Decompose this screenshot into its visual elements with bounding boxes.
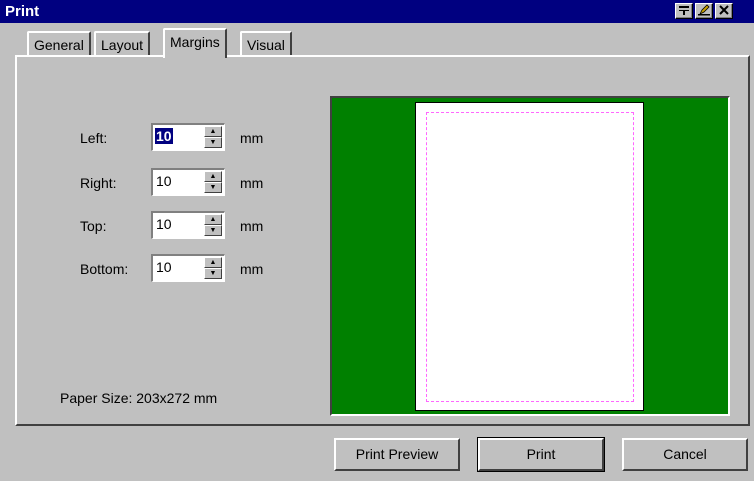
paper-size-label: Paper Size: 203x272 mm	[60, 390, 218, 406]
right-margin-input[interactable]: 10	[155, 173, 173, 189]
print-button[interactable]: Print	[477, 437, 605, 472]
tab-visual-label: Visual	[247, 37, 285, 53]
page-preview	[330, 96, 730, 416]
close-icon[interactable]	[715, 3, 733, 19]
tab-general[interactable]: General	[27, 31, 91, 57]
top-margin-input[interactable]: 10	[155, 216, 173, 232]
tab-margins[interactable]: Margins	[163, 28, 227, 58]
cancel-label: Cancel	[663, 446, 707, 462]
spin-down-icon[interactable]: ▼	[204, 182, 222, 193]
print-preview-button[interactable]: Print Preview	[334, 438, 460, 471]
spin-up-icon[interactable]: ▲	[204, 257, 222, 268]
bottom-margin-input[interactable]: 10	[155, 259, 173, 275]
margin-guides	[426, 112, 634, 402]
paper-preview	[415, 102, 644, 411]
left-unit: mm	[240, 130, 264, 146]
top-margin-spinner[interactable]: 10 ▲ ▼	[151, 211, 225, 239]
pin-icon[interactable]	[675, 3, 693, 19]
print-label: Print	[526, 446, 556, 462]
tab-layout[interactable]: Layout	[94, 31, 151, 57]
window-title: Print	[5, 3, 40, 20]
tab-layout-label: Layout	[101, 37, 144, 53]
right-margin-spinner[interactable]: 10 ▲ ▼	[151, 168, 225, 196]
left-label: Left:	[80, 130, 108, 146]
spin-down-icon[interactable]: ▼	[204, 225, 222, 236]
left-margin-spinner[interactable]: 10 ▲ ▼	[151, 123, 225, 151]
spin-down-icon[interactable]: ▼	[204, 268, 222, 279]
tab-margins-label: Margins	[170, 34, 220, 50]
right-unit: mm	[240, 175, 264, 191]
bottom-unit: mm	[240, 261, 264, 277]
spin-up-icon[interactable]: ▲	[204, 214, 222, 225]
top-label: Top:	[80, 218, 107, 234]
left-margin-input[interactable]: 10	[155, 128, 173, 144]
tab-general-label: General	[34, 37, 84, 53]
right-label: Right:	[80, 175, 117, 191]
spin-up-icon[interactable]: ▲	[204, 126, 222, 137]
cancel-button[interactable]: Cancel	[622, 438, 748, 471]
edit-icon[interactable]	[695, 3, 713, 19]
bottom-margin-spinner[interactable]: 10 ▲ ▼	[151, 254, 225, 282]
bottom-label: Bottom:	[80, 261, 129, 277]
print-preview-label: Print Preview	[355, 446, 439, 462]
top-unit: mm	[240, 218, 264, 234]
tab-visual[interactable]: Visual	[240, 31, 292, 57]
spin-up-icon[interactable]: ▲	[204, 171, 222, 182]
spin-down-icon[interactable]: ▼	[204, 137, 222, 148]
title-bar: Print	[0, 0, 754, 23]
